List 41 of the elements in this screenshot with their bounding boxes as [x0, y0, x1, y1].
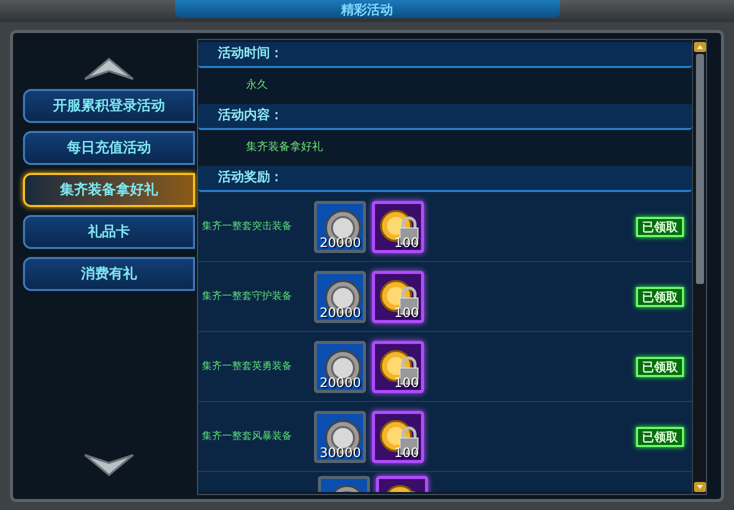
reward-label: 集齐一整套风暴装备	[201, 430, 293, 444]
scrollbar-thumb[interactable]	[696, 54, 704, 284]
section-heading: 活动时间：	[218, 45, 283, 64]
scroll-down-icon[interactable]	[694, 482, 706, 492]
claimed-button[interactable]: 已领取	[636, 426, 684, 446]
scroll-down-arrow-icon[interactable]	[83, 453, 135, 477]
claimed-button[interactable]: 已领取	[636, 286, 684, 306]
item-amount: 100	[394, 446, 419, 460]
item-amount: 100	[394, 306, 419, 320]
coin-lock-icon	[379, 208, 421, 248]
nav-tab[interactable]: 消费有礼	[23, 257, 195, 291]
nav-tab[interactable]: 每日充值活动	[23, 131, 195, 165]
claimed-button[interactable]: 已领取	[636, 356, 684, 376]
coin-item-slot[interactable]: 30000	[314, 410, 366, 462]
claimed-button[interactable]: 已领取	[636, 216, 684, 236]
section-text: 集齐装备拿好礼	[246, 138, 323, 155]
section-text: 永久	[246, 76, 268, 93]
coin-lock-icon	[379, 348, 421, 388]
section-heading: 活动奖励：	[218, 169, 283, 188]
reward-label: 集齐一整套英勇装备	[201, 360, 293, 374]
item-amount: 20000	[320, 376, 361, 390]
scroll-up-icon[interactable]	[694, 42, 706, 52]
nav-tab[interactable]: 开服累积登录活动	[23, 89, 195, 123]
coin-lock-icon	[379, 278, 421, 318]
section-heading: 活动内容：	[218, 106, 283, 126]
window-title: 精彩活动	[341, 4, 393, 18]
scroll-up-arrow-icon[interactable]	[83, 57, 135, 81]
item-amount: 100	[394, 236, 419, 250]
coin-item-slot[interactable]: 20000	[314, 270, 366, 322]
nav-tab[interactable]: 集齐装备拿好礼	[23, 173, 195, 207]
reward-label: 集齐一整套突击装备	[201, 220, 293, 234]
coin-item-slot[interactable]: 20000	[314, 340, 366, 392]
scrollbar[interactable]	[692, 40, 706, 494]
item-amount: 100	[394, 376, 419, 390]
reward-label: 集齐一整套守护装备	[201, 290, 293, 304]
item-amount: 30000	[320, 446, 361, 460]
item-amount: 20000	[320, 306, 361, 320]
coin-lock-icon	[379, 418, 421, 458]
coin-item-slot[interactable]: 20000	[314, 200, 366, 252]
item-amount: 20000	[320, 236, 361, 250]
nav-tab[interactable]: 礼品卡	[23, 215, 195, 249]
